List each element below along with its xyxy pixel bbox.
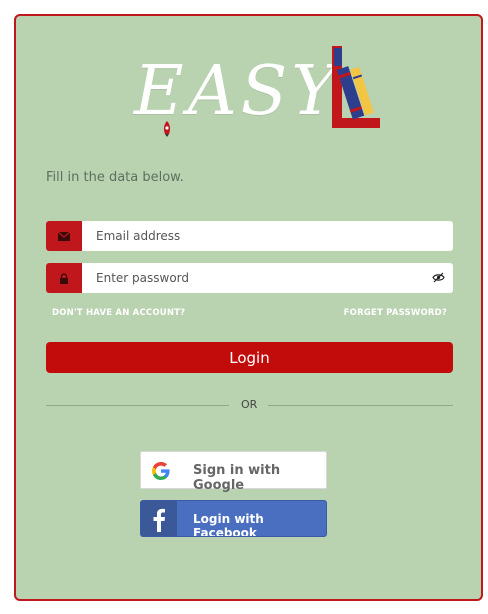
password-field <box>46 263 453 293</box>
email-input[interactable] <box>82 221 426 251</box>
rocket-icon <box>163 121 171 137</box>
eye-slash-icon[interactable] <box>432 272 445 283</box>
divider-line-left <box>46 405 229 406</box>
form-subtitle: Fill in the data below. <box>46 170 184 185</box>
email-field <box>46 221 453 251</box>
facebook-label: Login with Facebook <box>193 512 264 537</box>
divider-line-right <box>268 405 453 406</box>
password-input[interactable] <box>82 263 426 293</box>
password-icon-box <box>46 263 82 293</box>
or-label: OR <box>241 398 258 411</box>
google-icon <box>152 462 170 480</box>
login-card: EASY Fill in the data below. Email addre… <box>14 14 483 601</box>
facebook-login-button[interactable]: Login with Facebook <box>140 500 327 537</box>
logo: EASY <box>134 46 384 164</box>
lock-icon <box>60 272 68 284</box>
forget-password-link[interactable]: FORGET PASSWORD? <box>344 308 447 318</box>
google-signin-button[interactable]: Sign in with Google <box>140 451 327 493</box>
facebook-icon-box <box>141 501 177 536</box>
account-links: DON'T HAVE AN ACCOUNT? FORGET PASSWORD? <box>52 308 447 322</box>
envelope-icon <box>58 231 70 241</box>
google-label: Sign in with Google <box>193 463 281 493</box>
books-icon <box>332 46 380 128</box>
logo-text: EASY <box>134 52 341 131</box>
login-button[interactable]: Login <box>46 342 453 373</box>
or-divider: OR <box>46 398 453 412</box>
facebook-icon <box>153 508 165 532</box>
signup-link[interactable]: DON'T HAVE AN ACCOUNT? <box>52 308 185 318</box>
email-icon-box <box>46 221 82 251</box>
